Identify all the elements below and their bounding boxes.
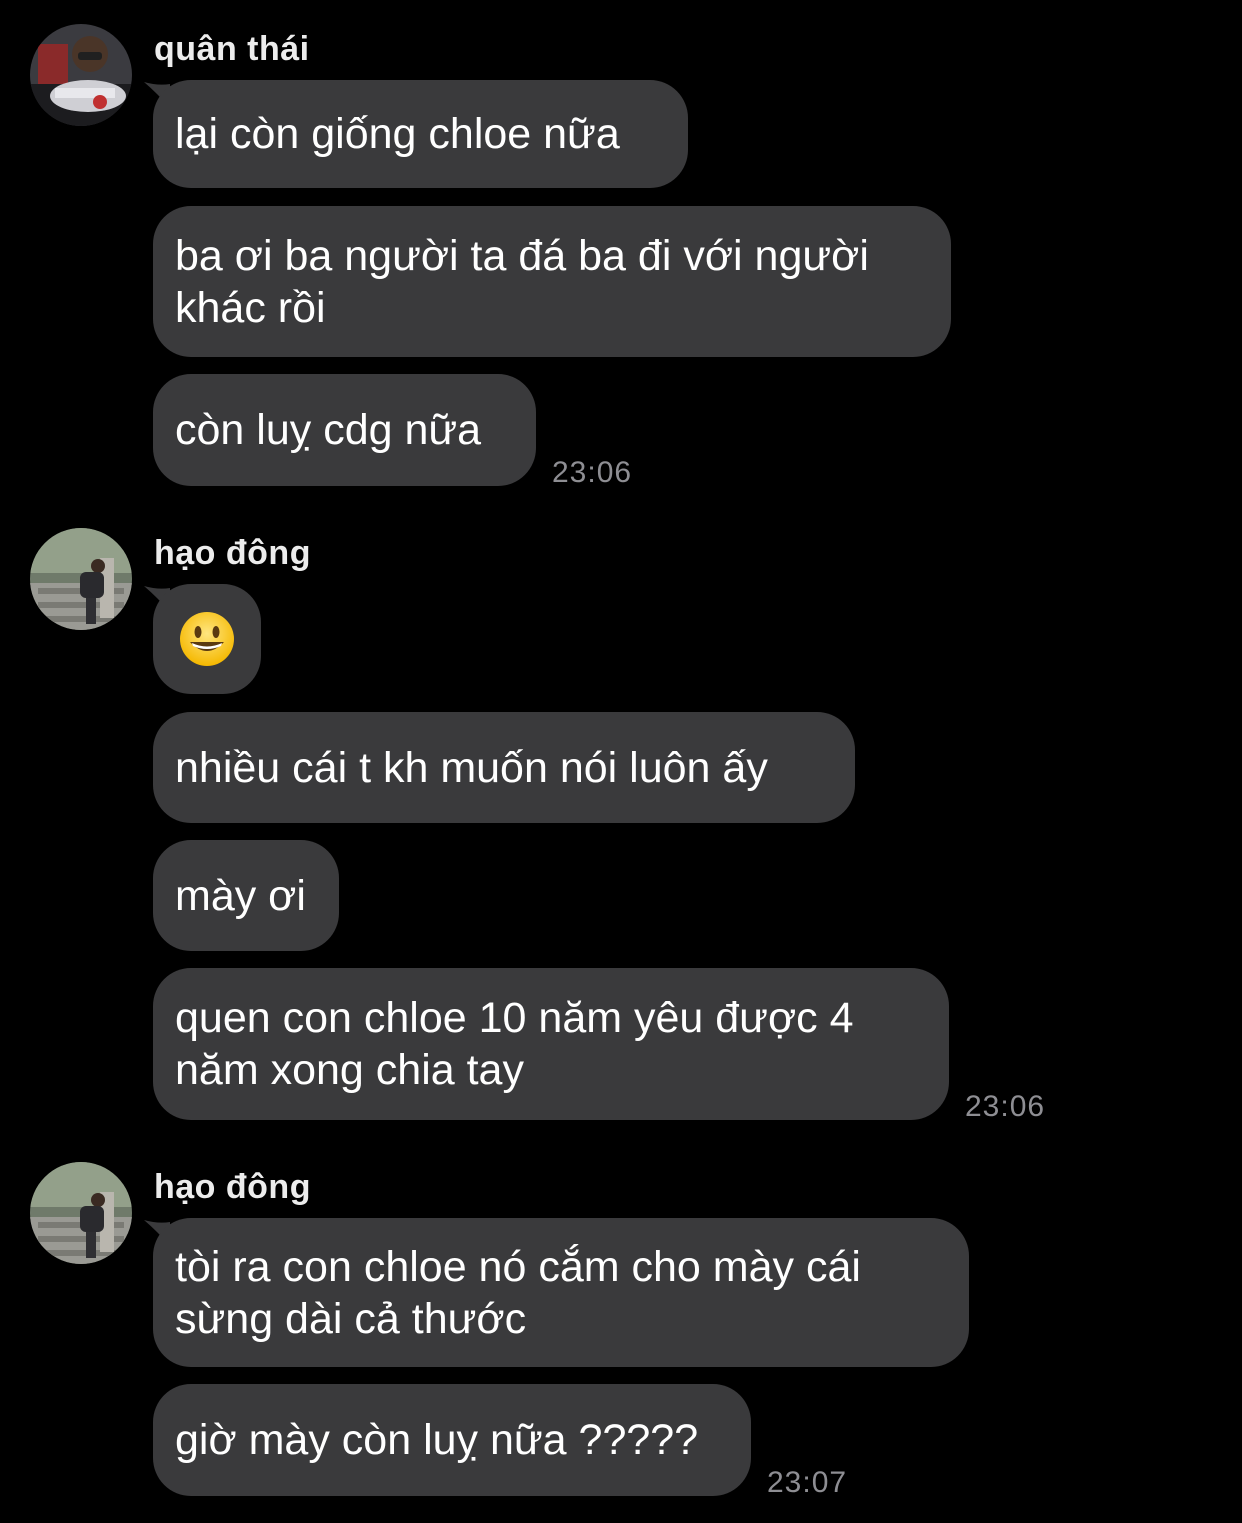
message-bubble[interactable]: còn luỵ cdg nữa bbox=[153, 374, 536, 486]
message-text: quen con chloe 10 năm yêu được 4 năm xon… bbox=[175, 994, 854, 1094]
sender-name: hạo đông bbox=[154, 1168, 311, 1206]
message-bubble[interactable]: giờ mày còn luỵ nữa ????? bbox=[153, 1384, 751, 1496]
message-text: mày ơi bbox=[175, 871, 306, 920]
message-text: ba ơi ba người ta đá ba đi với người khá… bbox=[175, 231, 869, 332]
avatar-hao-dong[interactable] bbox=[30, 528, 132, 630]
message-bubble[interactable]: tòi ra con chloe nó cắm cho mày cái sừng… bbox=[153, 1218, 969, 1367]
message-bubble[interactable]: lại còn giống chloe nữa bbox=[153, 80, 688, 188]
message-timestamp: 23:06 bbox=[965, 1090, 1046, 1123]
message-text: lại còn giống chloe nữa bbox=[175, 110, 620, 158]
grinning-face-icon bbox=[180, 612, 234, 666]
message-bubble[interactable]: quen con chloe 10 năm yêu được 4 năm xon… bbox=[153, 968, 949, 1120]
avatar-quan-thai[interactable] bbox=[30, 24, 132, 126]
sender-name: quân thái bbox=[154, 30, 310, 68]
message-text: giờ mày còn luỵ nữa ????? bbox=[175, 1416, 699, 1464]
avatar-hao-dong[interactable] bbox=[30, 1162, 132, 1264]
message-text: còn luỵ cdg nữa bbox=[175, 406, 482, 454]
message-bubble[interactable]: nhiều cái t kh muốn nói luôn ấy bbox=[153, 712, 855, 823]
message-text: tòi ra con chloe nó cắm cho mày cái sừng… bbox=[175, 1242, 861, 1343]
message-bubble[interactable]: mày ơi bbox=[153, 840, 339, 951]
sender-name: hạo đông bbox=[154, 534, 311, 572]
message-bubble[interactable]: ba ơi ba người ta đá ba đi với người khá… bbox=[153, 206, 951, 357]
message-timestamp: 23:07 bbox=[767, 1466, 848, 1499]
message-timestamp: 23:06 bbox=[552, 456, 633, 489]
message-text: nhiều cái t kh muốn nói luôn ấy bbox=[175, 743, 768, 792]
message-bubble[interactable] bbox=[153, 584, 261, 694]
